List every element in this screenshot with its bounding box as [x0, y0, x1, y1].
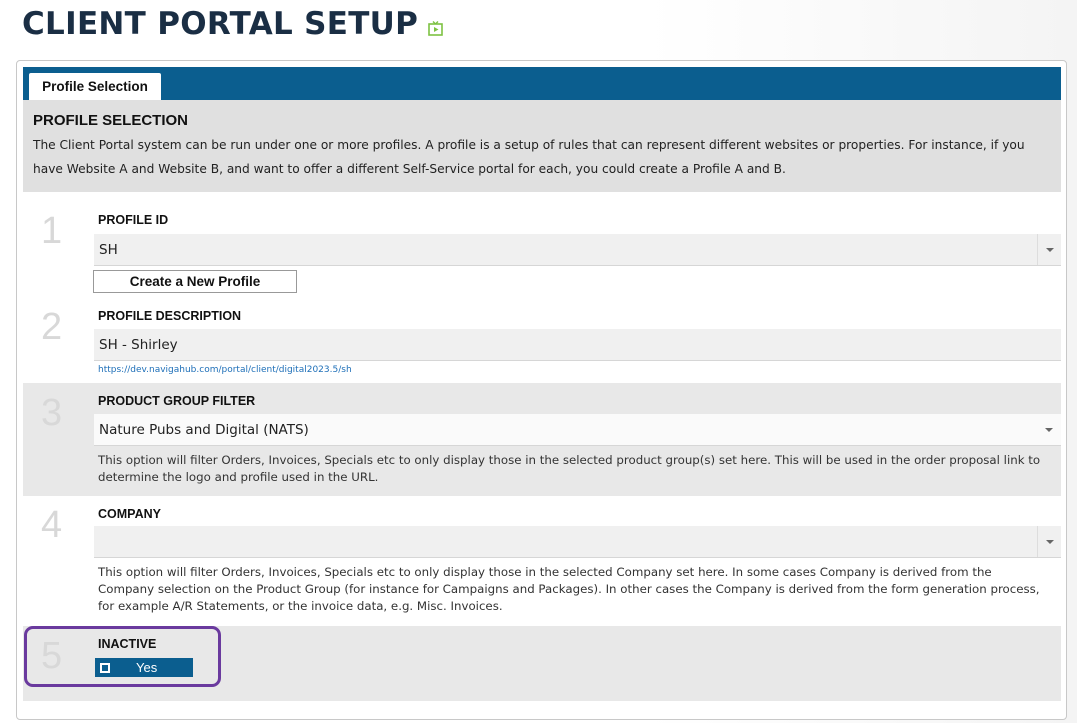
step-company: 4 COMPANY This option will filter Orders…	[23, 496, 1061, 626]
step-number: 4	[41, 504, 63, 546]
product-group-filter-label: PRODUCT GROUP FILTER	[98, 394, 256, 408]
profile-id-select[interactable]: SH	[94, 234, 1061, 266]
setup-panel: Profile Selection PROFILE SELECTION The …	[16, 60, 1067, 720]
profile-id-value: SH	[99, 241, 118, 258]
inactive-toggle-label: Yes	[136, 660, 158, 675]
intro-section: PROFILE SELECTION The Client Portal syst…	[23, 100, 1061, 192]
product-group-filter-help: This option will filter Orders, Invoices…	[98, 453, 1041, 484]
checkbox-icon[interactable]	[100, 662, 110, 673]
step-profile-description: 2 PROFILE DESCRIPTION SH - Shirley https…	[23, 288, 1061, 383]
profile-description-label: PROFILE DESCRIPTION	[98, 309, 242, 323]
intro-text: The Client Portal system can be run unde…	[33, 138, 1025, 176]
product-group-filter-value: Nature Pubs and Digital (NATS)	[99, 421, 309, 438]
chevron-down-icon[interactable]	[1037, 526, 1061, 557]
video-icon[interactable]	[428, 20, 443, 36]
step-number: 2	[41, 306, 63, 348]
profile-id-label: PROFILE ID	[98, 213, 169, 227]
step-profile-id: 1 PROFILE ID SH Create a New Profile	[23, 192, 1061, 293]
tab-profile-selection[interactable]: Profile Selection	[29, 73, 161, 100]
inactive-toggle[interactable]: Yes	[95, 658, 193, 677]
page-title: CLIENT PORTAL SETUP	[22, 6, 443, 42]
company-label: COMPANY	[98, 507, 161, 521]
company-help: This option will filter Orders, Invoices…	[98, 565, 1040, 613]
product-group-filter-select[interactable]: Nature Pubs and Digital (NATS)	[94, 414, 1061, 446]
chevron-down-icon[interactable]	[1037, 234, 1061, 265]
tab-bar: Profile Selection	[23, 67, 1061, 100]
step-number: 3	[41, 392, 63, 434]
company-select[interactable]	[94, 526, 1061, 558]
profile-description-input[interactable]: SH - Shirley	[94, 329, 1061, 361]
page-title-text: CLIENT PORTAL SETUP	[22, 6, 419, 42]
step-number: 1	[41, 210, 63, 252]
portal-url-link[interactable]: https://dev.navigahub.com/portal/client/…	[98, 365, 352, 375]
step-product-group-filter: 3 PRODUCT GROUP FILTER Nature Pubs and D…	[23, 383, 1061, 496]
intro-heading: PROFILE SELECTION	[33, 112, 189, 129]
profile-description-value: SH - Shirley	[99, 336, 178, 353]
inactive-highlight-outline	[24, 626, 221, 687]
chevron-down-icon[interactable]	[1037, 414, 1061, 445]
